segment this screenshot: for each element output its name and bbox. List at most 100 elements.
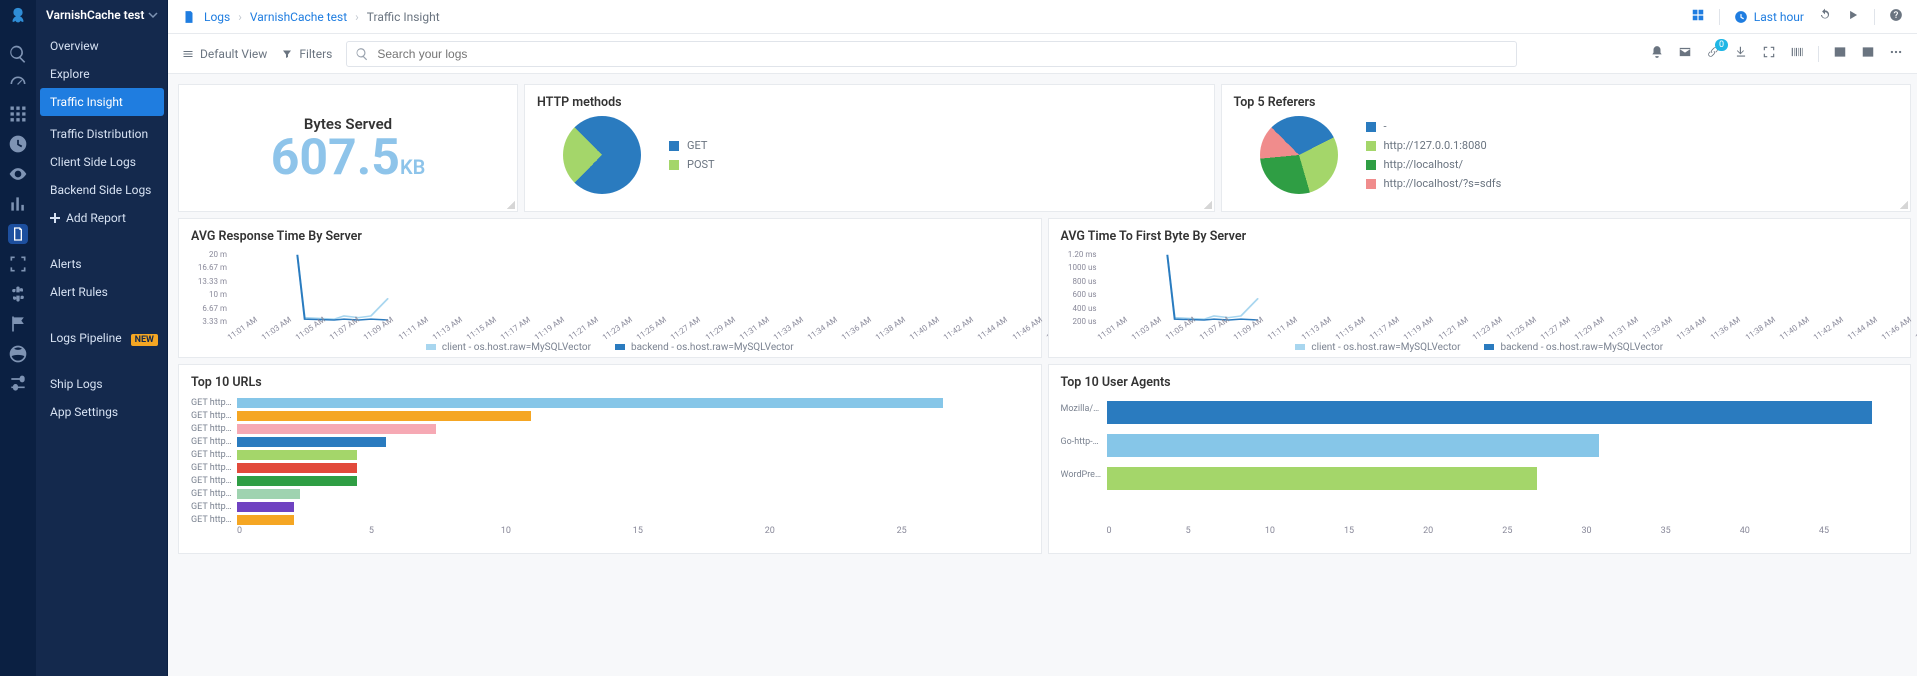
link-icon[interactable]: 0 xyxy=(1706,45,1720,62)
app-switcher[interactable]: VarnishCache test xyxy=(36,8,168,32)
panel-top-urls: Top 10 URLs GET http:/...GET http:/...GE… xyxy=(178,364,1042,554)
bar-row[interactable]: Mozilla/5... xyxy=(1107,396,1899,429)
legend-item[interactable]: backend - os.host.raw=MySQLVector xyxy=(1484,342,1663,353)
split-icon[interactable] xyxy=(1833,45,1847,62)
bar-row[interactable]: GET http:/... xyxy=(237,513,1029,526)
bar-chart: Mozilla/5...Go-http-cl...WordPress/... xyxy=(1061,396,1899,526)
legend-item[interactable]: GET xyxy=(669,139,715,152)
bar-row[interactable]: GET http:/... xyxy=(237,409,1029,422)
resize-handle[interactable] xyxy=(507,201,515,209)
legend-item[interactable]: - xyxy=(1366,120,1502,133)
legend-item[interactable]: client - os.host.raw=MySQLVector xyxy=(1295,342,1460,353)
sidebar-item-app-settings[interactable]: App Settings xyxy=(36,398,168,426)
bar-row[interactable]: GET http:/... xyxy=(237,435,1029,448)
resize-handle[interactable] xyxy=(1204,201,1212,209)
filter-icon xyxy=(281,48,293,60)
flag-icon[interactable] xyxy=(8,314,28,334)
sidebar-item-traffic-distribution[interactable]: Traffic Distribution xyxy=(36,120,168,148)
logo-icon[interactable] xyxy=(7,6,29,28)
legend-item[interactable]: http://localhost/ xyxy=(1366,158,1502,171)
sidebar-item-alerts[interactable]: Alerts xyxy=(36,250,168,278)
legend-item[interactable]: POST xyxy=(669,158,715,171)
breadcrumb-parent[interactable]: VarnishCache test xyxy=(250,10,347,24)
globe-icon[interactable] xyxy=(8,344,28,364)
clock-icon[interactable] xyxy=(8,134,28,154)
legend-item[interactable]: backend - os.host.raw=MySQLVector xyxy=(615,342,794,353)
search-icon[interactable] xyxy=(8,44,28,64)
slack-icon[interactable] xyxy=(8,284,28,304)
breadcrumb: Logs › VarnishCache test › Traffic Insig… xyxy=(182,10,440,24)
legend-item[interactable]: client - os.host.raw=MySQLVector xyxy=(426,342,591,353)
bar-row[interactable]: GET http:/... xyxy=(237,487,1029,500)
help-icon[interactable] xyxy=(1889,8,1903,25)
pie-chart xyxy=(563,116,641,194)
default-view-tool[interactable]: Default View xyxy=(182,47,267,61)
refresh-icon[interactable] xyxy=(1818,8,1832,25)
sidebar-item-backend-side-logs[interactable]: Backend Side Logs xyxy=(36,176,168,204)
file-icon xyxy=(182,10,196,24)
search-bar[interactable] xyxy=(346,41,1516,67)
breadcrumb-root[interactable]: Logs xyxy=(204,10,230,24)
chart-axis: 051015202530354045 xyxy=(1061,526,1899,536)
bar-row[interactable]: GET http:/... xyxy=(237,500,1029,513)
panel-http-methods: HTTP methods GETPOST xyxy=(524,84,1215,212)
sidebar: VarnishCache test Overview Explore Traff… xyxy=(36,0,168,676)
logs-pipeline-label: Logs Pipeline xyxy=(50,331,122,345)
dashboard-icon[interactable] xyxy=(8,74,28,94)
time-range-label: Last hour xyxy=(1754,10,1804,24)
chevron-down-icon xyxy=(148,10,158,20)
clock-icon xyxy=(1734,10,1748,24)
sidebar-item-explore[interactable]: Explore xyxy=(36,60,168,88)
panel-title: Top 10 User Agents xyxy=(1061,375,1899,390)
search-icon xyxy=(355,47,369,61)
chart-legend: client - os.host.raw=MySQLVector backend … xyxy=(191,342,1029,353)
dashboard: Bytes Served 607.5KB HTTP methods GETPOS… xyxy=(168,74,1917,676)
sidebar-item-logs-pipeline[interactable]: Logs Pipeline NEW xyxy=(36,324,168,352)
bar-chart: GET http:/...GET http:/...GET http:/...G… xyxy=(191,396,1029,526)
plus-icon xyxy=(50,213,60,223)
bar-row[interactable]: Go-http-cl... xyxy=(1107,429,1899,462)
panel-title: Top 10 URLs xyxy=(191,375,1029,390)
view-icon xyxy=(182,48,194,60)
sidebar-item-alert-rules[interactable]: Alert Rules xyxy=(36,278,168,306)
time-range-selector[interactable]: Last hour xyxy=(1734,10,1804,24)
list-view-icon[interactable] xyxy=(1861,45,1875,62)
apps-grid-icon[interactable] xyxy=(8,104,28,124)
chart-legend: GET POST xyxy=(669,139,715,171)
panel-top-user-agents: Top 10 User Agents Mozilla/5...Go-http-c… xyxy=(1048,364,1912,554)
filters-tool[interactable]: Filters xyxy=(281,47,332,61)
bar-row[interactable]: GET http:/... xyxy=(237,396,1029,409)
add-to-dashboard-icon[interactable] xyxy=(1691,8,1705,25)
reports-icon[interactable] xyxy=(8,224,28,244)
panel-avg-ttfb: AVG Time To First Byte By Server 1.20 ms… xyxy=(1048,218,1912,358)
chart-bar-icon[interactable] xyxy=(8,194,28,214)
more-icon[interactable] xyxy=(1889,45,1903,62)
bar-row[interactable]: GET http:/... xyxy=(237,448,1029,461)
bar-row[interactable]: GET http:/... xyxy=(237,461,1029,474)
panel-title: AVG Time To First Byte By Server xyxy=(1061,229,1899,244)
eye-icon[interactable] xyxy=(8,164,28,184)
mail-icon[interactable] xyxy=(1678,45,1692,62)
bell-icon[interactable] xyxy=(1650,45,1664,62)
add-report-label: Add Report xyxy=(66,211,126,225)
legend-item[interactable]: http://localhost/?s=sdfs xyxy=(1366,177,1502,190)
sidebar-item-traffic-insight[interactable]: Traffic Insight xyxy=(40,88,164,116)
search-input[interactable] xyxy=(377,47,1507,61)
bar-row[interactable]: GET http:/... xyxy=(237,422,1029,435)
bar-row[interactable]: WordPress/... xyxy=(1107,462,1899,495)
sidebar-item-add-report[interactable]: Add Report xyxy=(36,204,168,232)
sidebar-item-client-side-logs[interactable]: Client Side Logs xyxy=(36,148,168,176)
legend-item[interactable]: http://127.0.0.1:8080 xyxy=(1366,139,1502,152)
sidebar-item-overview[interactable]: Overview xyxy=(36,32,168,60)
barcode-icon[interactable] xyxy=(1790,45,1804,62)
bar-row[interactable]: GET http:/... xyxy=(237,474,1029,487)
settings-icon[interactable] xyxy=(8,374,28,394)
play-icon[interactable] xyxy=(1846,8,1860,25)
fullscreen-icon[interactable] xyxy=(1762,45,1776,62)
sidebar-item-ship-logs[interactable]: Ship Logs xyxy=(36,370,168,398)
resize-handle[interactable] xyxy=(1900,201,1908,209)
panel-title: AVG Response Time By Server xyxy=(191,229,1029,244)
download-icon[interactable] xyxy=(1734,45,1748,62)
chart-legend: - http://127.0.0.1:8080 http://localhost/h… xyxy=(1366,120,1502,190)
scan-icon[interactable] xyxy=(8,254,28,274)
